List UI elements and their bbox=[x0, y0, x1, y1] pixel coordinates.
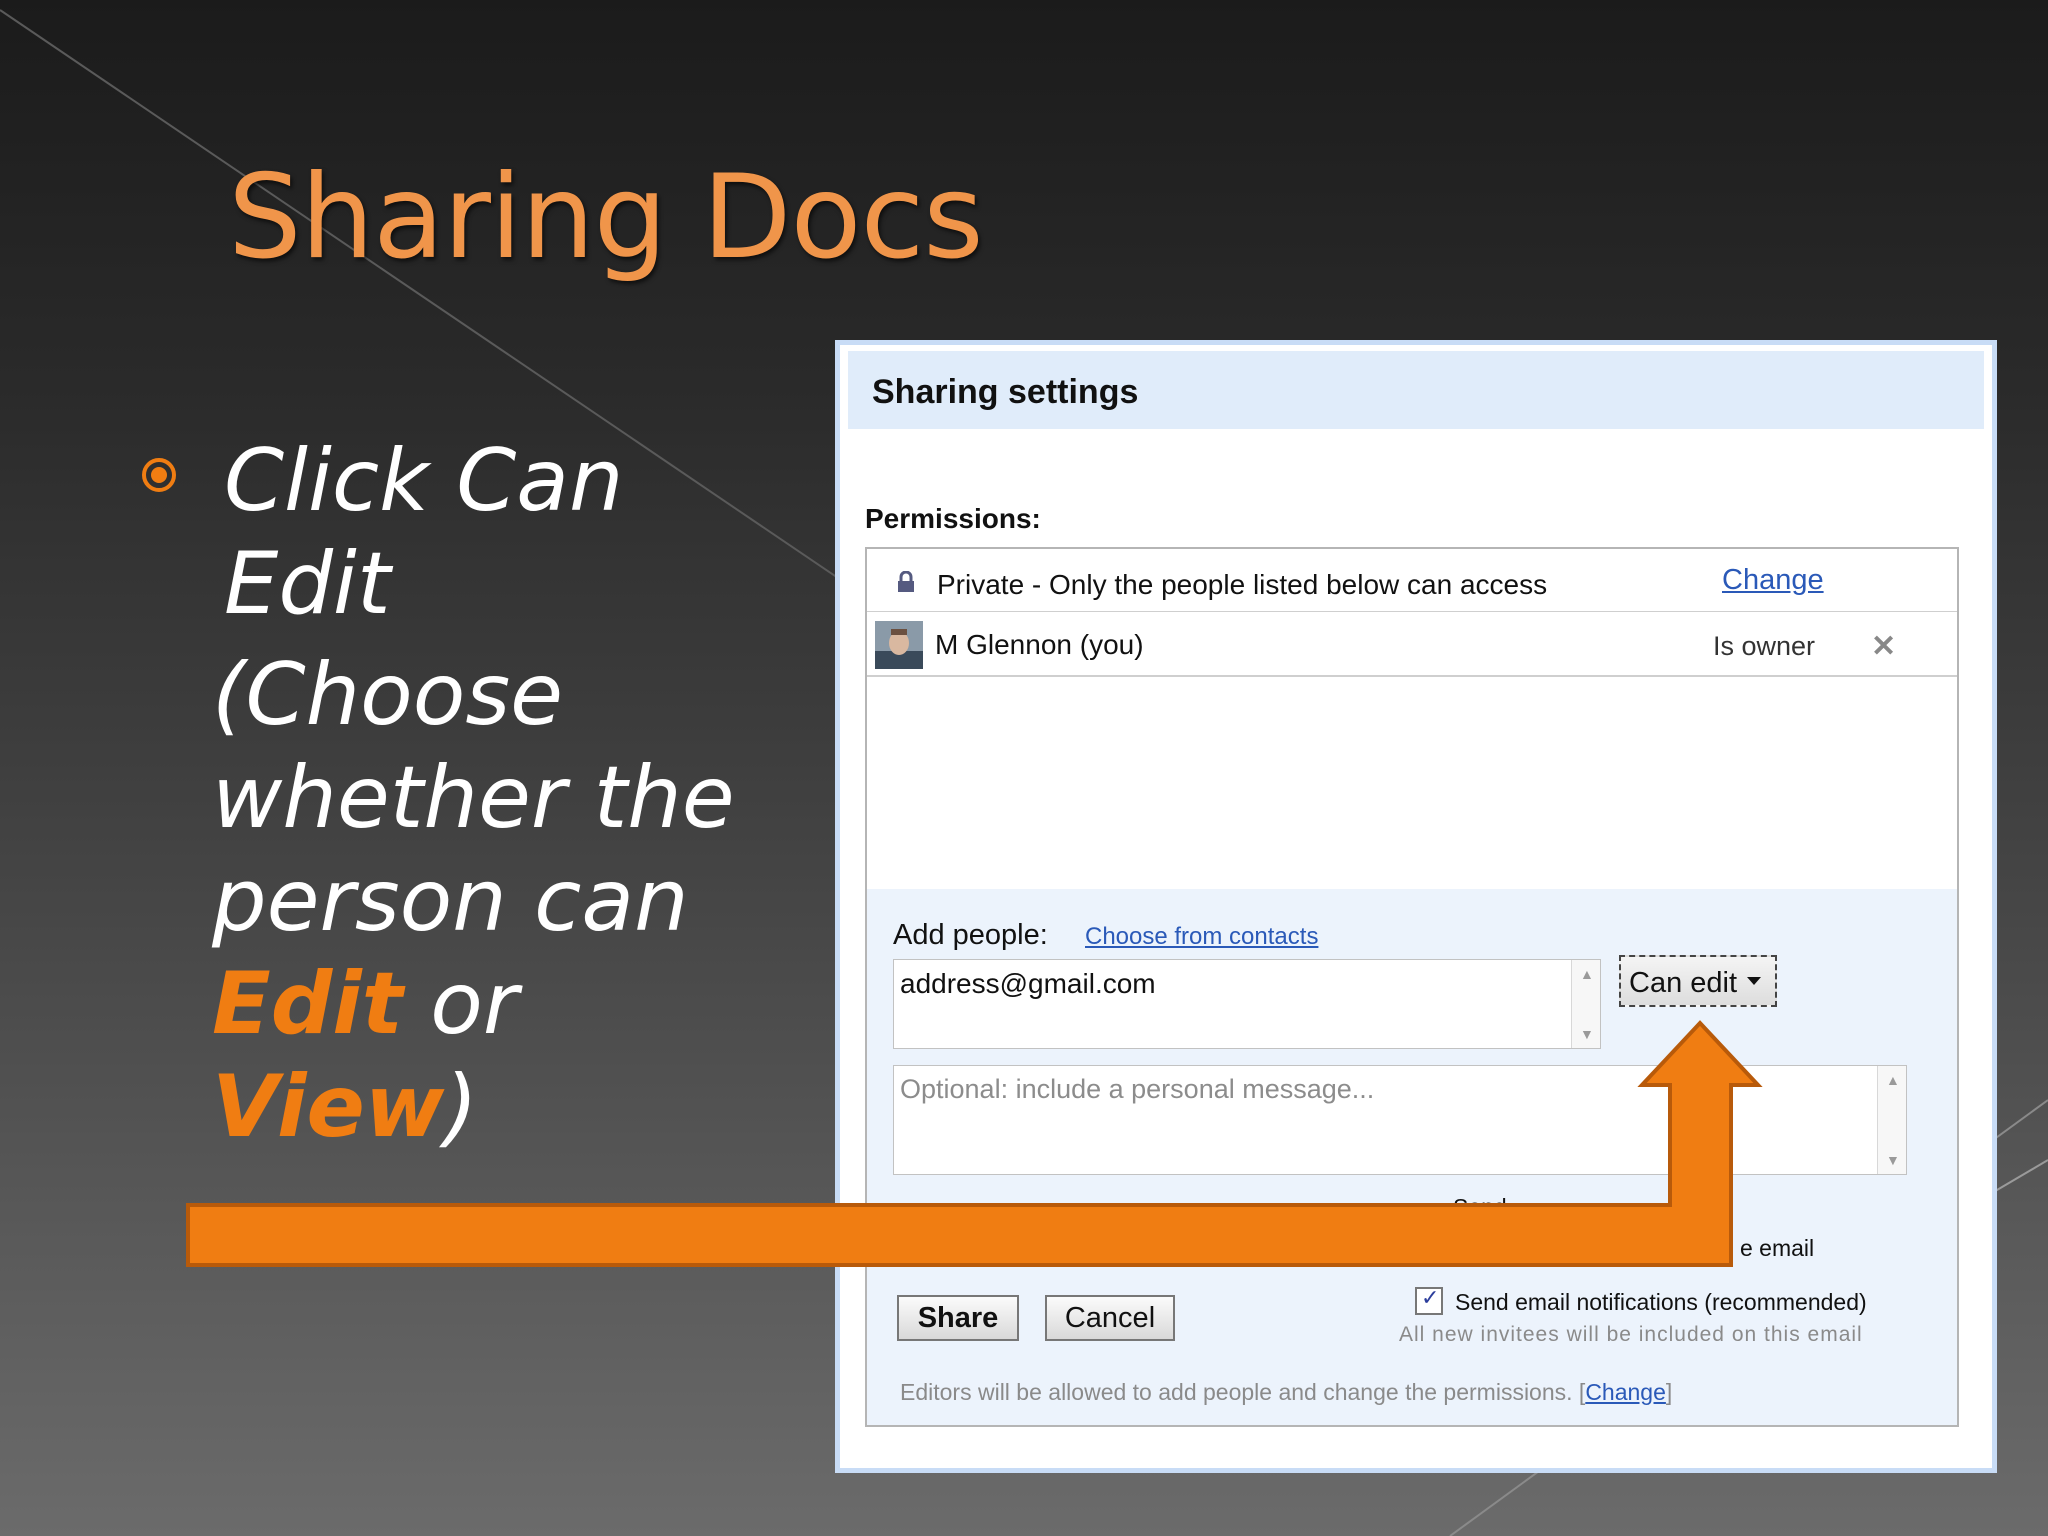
bullet-line-2-suffix: ) bbox=[444, 1057, 478, 1157]
owner-name: M Glennon (you) bbox=[935, 629, 1144, 660]
send-notifications-checkbox[interactable]: ✓ bbox=[1415, 1285, 1443, 1315]
visibility-text: Private - Only the people listed below c… bbox=[937, 569, 1548, 600]
owner-row: M Glennon (you) Is owner ✕ bbox=[867, 611, 1957, 677]
add-people-section: Add people: Choose from contacts address… bbox=[867, 889, 1957, 1425]
scroll-down-icon[interactable]: ▼ bbox=[1580, 1026, 1594, 1042]
scroll-down-icon[interactable]: ▼ bbox=[1886, 1152, 1900, 1168]
editors-note-text: Editors will be allowed to add people an… bbox=[900, 1379, 1573, 1405]
email-input[interactable]: address@gmail.com ▲ ▼ bbox=[893, 959, 1601, 1049]
owner-role: Is owner bbox=[1713, 631, 1816, 661]
message-placeholder: Optional: include a personal message... bbox=[900, 1074, 1375, 1104]
dialog-header: Sharing settings bbox=[848, 351, 1984, 429]
email-scrollbar[interactable]: ▲ ▼ bbox=[1571, 960, 1600, 1048]
permission-select-label: Can edit bbox=[1629, 967, 1738, 999]
permission-select[interactable]: Can edit bbox=[1619, 955, 1777, 1007]
send-notifications-label: Send email notifications (recommended) bbox=[1455, 1289, 1867, 1315]
scroll-up-icon[interactable]: ▲ bbox=[1886, 1072, 1900, 1088]
view-highlight: View bbox=[212, 1057, 445, 1157]
editors-note: Editors will be allowed to add people an… bbox=[900, 1379, 1673, 1405]
or-text: or bbox=[402, 954, 519, 1054]
bullet-line-2-prefix: (Choose whether the person can bbox=[212, 645, 735, 951]
lock-icon bbox=[898, 571, 914, 592]
avatar bbox=[875, 621, 923, 669]
share-button[interactable]: Share bbox=[897, 1295, 1019, 1341]
bullet-text: Click Can Edit (Choose whether the perso… bbox=[212, 430, 744, 1159]
message-scrollbar[interactable]: ▲ ▼ bbox=[1877, 1066, 1906, 1174]
chevron-down-icon bbox=[1747, 977, 1761, 985]
hidden-option-text: e email bbox=[1740, 1235, 1815, 1261]
checkmark-icon: ✓ bbox=[1421, 1285, 1440, 1310]
permissions-label: Permissions: bbox=[865, 503, 1041, 534]
choose-from-contacts-link[interactable]: Choose from contacts bbox=[1085, 923, 1318, 951]
email-input-value: address@gmail.com bbox=[900, 968, 1156, 999]
hidden-checkbox-label: Send ... bbox=[1453, 1194, 1533, 1220]
remove-icon[interactable]: ✕ bbox=[1871, 629, 1896, 664]
add-people-label: Add people: bbox=[893, 919, 1048, 951]
bullet-line-1: Click Can Edit bbox=[224, 431, 624, 634]
personal-message-field[interactable]: Optional: include a personal message... … bbox=[893, 1065, 1907, 1175]
bullet-circle-icon bbox=[142, 458, 176, 492]
scroll-up-icon[interactable]: ▲ bbox=[1580, 966, 1594, 982]
sharing-settings-dialog: Sharing settings Permissions: Private - … bbox=[835, 340, 1997, 1473]
invitee-note: All new invitees will be included on thi… bbox=[1399, 1323, 1863, 1346]
change-visibility-link[interactable]: Change bbox=[1722, 564, 1824, 597]
edit-highlight: Edit bbox=[212, 954, 403, 1054]
editors-change-link[interactable]: Change bbox=[1585, 1379, 1666, 1405]
hidden-checkbox[interactable] bbox=[1411, 1203, 1441, 1217]
dialog-title: Sharing settings bbox=[872, 373, 1139, 411]
visibility-row: Private - Only the people listed below c… bbox=[867, 549, 1957, 612]
slide-title: Sharing Docs bbox=[228, 150, 984, 285]
permissions-box: Private - Only the people listed below c… bbox=[865, 547, 1959, 1427]
bullet-line-2: (Choose whether the person can Edit or V… bbox=[212, 644, 744, 1159]
cancel-button[interactable]: Cancel bbox=[1045, 1295, 1175, 1341]
